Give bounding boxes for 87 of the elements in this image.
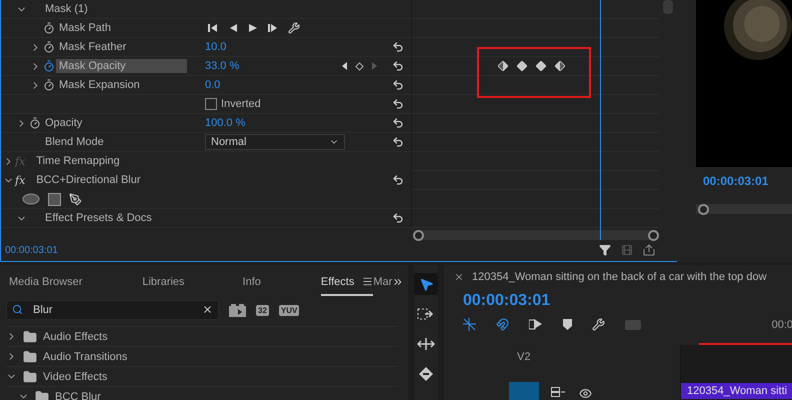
panel-tab[interactable]: Effects xyxy=(320,276,374,296)
tree-item[interactable]: Audio Effects xyxy=(43,330,108,342)
panel-tab[interactable]: Media Browser xyxy=(9,276,82,296)
property-label[interactable]: Opacity xyxy=(42,116,86,130)
timecode[interactable]: 00:00:03:01 xyxy=(463,292,699,310)
search-icon xyxy=(12,304,23,315)
property-value[interactable]: 33.0 % xyxy=(205,60,240,72)
folder-icon xyxy=(23,330,37,344)
stopwatch-icon[interactable] xyxy=(43,60,55,72)
folder-icon xyxy=(23,370,37,384)
reset-icon[interactable] xyxy=(392,117,404,129)
reset-icon[interactable] xyxy=(392,98,404,110)
rectangle-mask-icon[interactable] xyxy=(48,192,61,206)
sync-lock-icon[interactable] xyxy=(551,387,565,397)
scrollbar[interactable] xyxy=(696,204,792,214)
reset-icon[interactable] xyxy=(392,174,404,186)
eye-icon[interactable] xyxy=(579,387,592,400)
video-clip[interactable]: 120354_Woman sitti xyxy=(681,383,792,399)
stopwatch-icon[interactable] xyxy=(43,79,55,91)
clear-icon[interactable] xyxy=(202,304,213,315)
checkbox[interactable] xyxy=(205,98,217,110)
linked-selection-icon[interactable] xyxy=(529,318,543,331)
property-value[interactable]: 100.0 % xyxy=(205,117,246,129)
keyframe-icon[interactable] xyxy=(498,61,508,71)
group-label: Mask (1) xyxy=(44,2,89,16)
first-frame-icon[interactable] xyxy=(208,23,218,33)
sequence-tab[interactable]: 120354_Woman sitting on the back of a car with the top dow xyxy=(472,271,767,283)
tree-item[interactable]: BCC Blur xyxy=(55,390,101,400)
keyframe-icon[interactable] xyxy=(536,61,546,71)
tree-item[interactable]: Audio Transitions xyxy=(43,350,128,362)
reset-icon[interactable] xyxy=(392,60,404,72)
zoom-scrollbar[interactable] xyxy=(413,230,659,240)
filter-badge[interactable]: 32 xyxy=(256,304,269,316)
marker-icon[interactable] xyxy=(563,319,572,330)
previous-icon[interactable] xyxy=(228,23,238,33)
stopwatch-icon[interactable] xyxy=(43,22,55,34)
selection-tool-icon[interactable] xyxy=(418,276,434,292)
next-frame-icon[interactable] xyxy=(268,23,278,33)
group-label: Effect Presets & Docs xyxy=(44,211,153,225)
reset-icon[interactable] xyxy=(392,136,404,148)
filter-icon[interactable] xyxy=(599,244,611,256)
filter-badge[interactable]: YUV xyxy=(278,304,300,316)
property-label: Mask Path xyxy=(58,21,112,35)
reset-icon[interactable] xyxy=(392,79,404,91)
panel-tab[interactable]: Info xyxy=(242,276,261,296)
track-label[interactable]: V2 xyxy=(517,351,530,363)
stopwatch-icon[interactable] xyxy=(43,41,55,53)
menu-icon[interactable] xyxy=(362,276,374,287)
pen-icon[interactable] xyxy=(69,192,82,206)
property-label: Blend Mode xyxy=(44,135,105,149)
stopwatch-icon[interactable] xyxy=(29,117,41,129)
wrench-icon[interactable] xyxy=(288,22,300,34)
property-label[interactable]: Mask Feather xyxy=(56,40,130,54)
ripple-edit-icon[interactable] xyxy=(417,338,435,350)
ellipse-mask-icon[interactable] xyxy=(22,193,40,205)
keyframe-icon[interactable] xyxy=(517,61,527,71)
timecode[interactable]: 00:00:03:01 xyxy=(703,174,792,188)
blend-mode-dropdown[interactable]: Normal xyxy=(205,134,345,150)
keyframe-icon[interactable] xyxy=(555,61,565,71)
effect-name: Time Remapping xyxy=(35,154,121,168)
property-label[interactable]: Mask Opacity xyxy=(56,59,187,73)
fx-icon[interactable]: fx xyxy=(15,174,26,186)
property-value[interactable]: 0.0 xyxy=(205,79,220,91)
scrollbar[interactable] xyxy=(663,0,673,14)
property-label[interactable]: Mask Expansion xyxy=(56,78,143,92)
nest-icon[interactable] xyxy=(463,318,476,331)
reset-icon[interactable] xyxy=(392,212,404,224)
folder-icon xyxy=(23,350,37,364)
track-select-icon[interactable] xyxy=(417,308,435,320)
wrench-icon[interactable] xyxy=(592,318,605,331)
tree-item[interactable]: Video Effects xyxy=(43,370,108,382)
search-field[interactable]: Blur xyxy=(6,300,219,320)
panel-tab[interactable]: Mar xyxy=(373,276,392,296)
checkbox-label: Inverted xyxy=(221,98,261,110)
play-icon[interactable] xyxy=(248,23,258,33)
export-icon[interactable] xyxy=(643,244,655,256)
timecode[interactable]: 00:00:03:01 xyxy=(5,244,58,256)
add-keyframe-icon[interactable] xyxy=(355,62,364,70)
razor-icon[interactable] xyxy=(419,367,433,381)
property-value[interactable]: 10.0 xyxy=(205,41,226,53)
accelerated-effects-icon[interactable] xyxy=(229,304,246,316)
effect-name: BCC+Directional Blur xyxy=(35,173,142,187)
panel-tab[interactable]: Libraries xyxy=(142,276,185,296)
magnet-icon[interactable] xyxy=(496,318,509,331)
folder-icon xyxy=(35,390,49,400)
close-icon[interactable] xyxy=(454,272,464,282)
reset-icon[interactable] xyxy=(392,41,404,53)
